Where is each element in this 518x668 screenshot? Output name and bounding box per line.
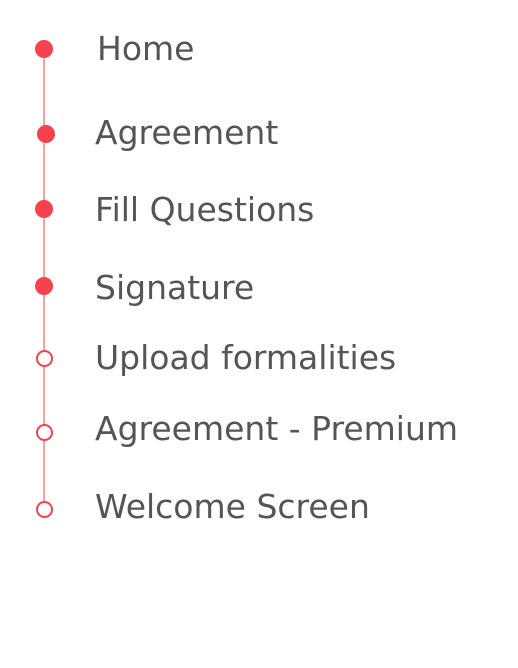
filled-dot-icon xyxy=(35,277,53,295)
step-label: Upload formalities xyxy=(95,338,397,377)
hollow-dot-icon xyxy=(36,501,53,518)
step-label: Fill Questions xyxy=(95,190,315,229)
step-welcome-screen[interactable]: Welcome Screen xyxy=(0,482,518,532)
step-label: Agreement - Premium xyxy=(95,409,458,448)
step-label: Signature xyxy=(95,268,255,307)
step-agreement[interactable]: Agreement xyxy=(0,108,518,158)
step-label: Welcome Screen xyxy=(95,487,370,526)
step-signature[interactable]: Signature xyxy=(0,263,518,313)
progress-stepper: Home Agreement Fill Questions Signature … xyxy=(0,0,518,668)
hollow-dot-icon xyxy=(36,424,53,441)
filled-dot-icon xyxy=(37,125,55,143)
step-label: Agreement xyxy=(95,113,279,152)
step-upload-formalities[interactable]: Upload formalities xyxy=(0,333,518,383)
filled-dot-icon xyxy=(35,40,53,58)
hollow-dot-icon xyxy=(36,350,53,367)
step-agreement-premium[interactable]: Agreement - Premium xyxy=(0,404,518,454)
step-home[interactable]: Home xyxy=(0,24,518,74)
step-label: Home xyxy=(97,29,195,68)
filled-dot-icon xyxy=(35,200,53,218)
step-fill-questions[interactable]: Fill Questions xyxy=(0,185,518,235)
